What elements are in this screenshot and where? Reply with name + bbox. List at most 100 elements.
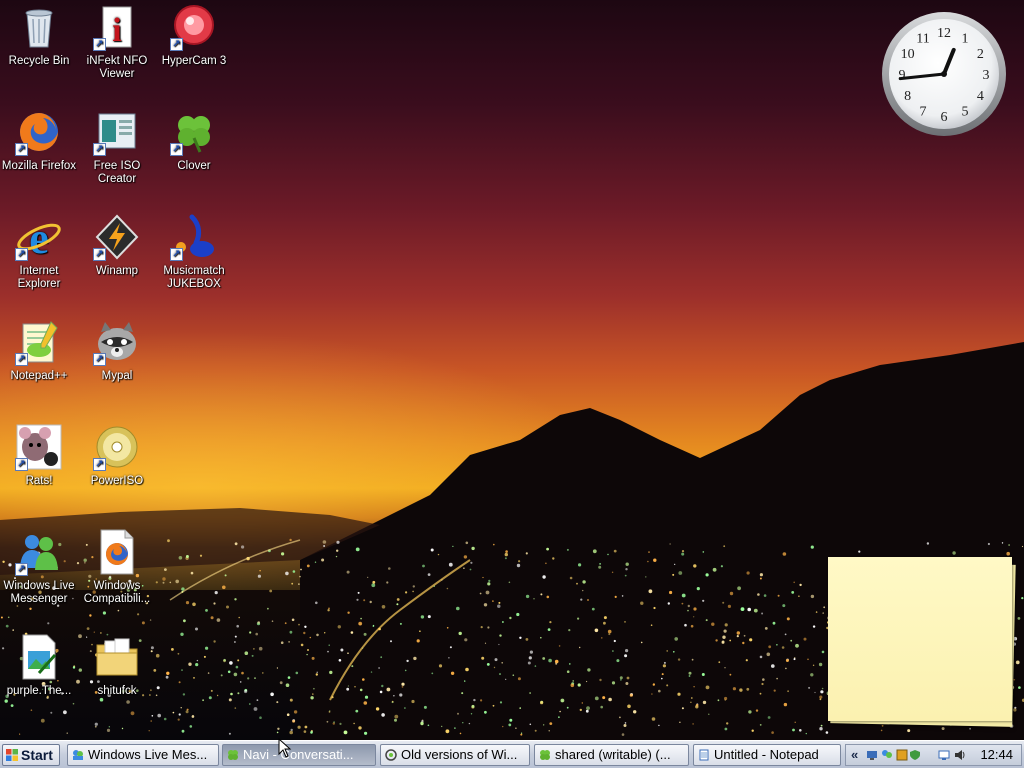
start-label: Start	[21, 747, 53, 763]
clock-numeral: 4	[977, 89, 984, 104]
shortcut-arrow-icon: ↗	[170, 143, 183, 156]
desktop-icon-nfo-viewer[interactable]: i ↗ iNFekt NFO Viewer	[78, 3, 156, 81]
desktop-icon-messenger[interactable]: ↗ Windows Live Messenger	[0, 528, 78, 606]
mypal-raccoon-icon: ↗	[93, 318, 141, 366]
clock-numeral: 12	[937, 26, 951, 41]
desktop-icon-label: PowerISO	[90, 475, 144, 487]
folder-icon	[93, 633, 141, 681]
desktop-icon-winamp[interactable]: ↗ Winamp	[78, 213, 156, 278]
shortcut-arrow-icon: ↗	[15, 458, 28, 471]
firefox-document-icon	[93, 528, 141, 576]
desktop-icon-label: Musicmatch JUKEBOX	[163, 265, 225, 290]
app-tray-icon[interactable]	[896, 749, 908, 761]
shortcut-arrow-icon: ↗	[93, 38, 106, 51]
clover-icon: ↗	[170, 108, 218, 156]
desktop-icon-image-file[interactable]: purple.The...	[0, 633, 78, 698]
taskbar-button[interactable]: Navi - Conversati...	[222, 744, 376, 766]
clock-numeral: 3	[983, 68, 990, 83]
sticky-note[interactable]	[828, 557, 1012, 721]
hypercam-icon: ↗	[170, 3, 218, 51]
desktop-icon-folder[interactable]: shitufck	[78, 633, 156, 698]
shortcut-arrow-icon: ↗	[170, 248, 183, 261]
poweriso-disc-icon: ↗	[93, 423, 141, 471]
rats-icon: ↗	[15, 423, 63, 471]
winamp-icon: ↗	[93, 213, 141, 261]
shortcut-arrow-icon: ↗	[15, 563, 28, 576]
taskbar-button-label: Windows Live Mes...	[88, 747, 208, 762]
clock-numeral: 8	[904, 89, 911, 104]
desktop-icon-rats[interactable]: ↗ Rats!	[0, 423, 78, 488]
shield-icon[interactable]	[909, 749, 921, 761]
desktop-icon-firefox[interactable]: ↗ Mozilla Firefox	[0, 108, 78, 173]
messenger-icon: ↗	[15, 528, 63, 576]
display-icon[interactable]	[938, 749, 950, 761]
shortcut-arrow-icon: ↗	[93, 143, 106, 156]
desktop-icon-label: HyperCam 3	[161, 55, 227, 67]
desktop-icon-label: shitufck	[97, 685, 137, 697]
desktop-icon-label: Notepad++	[10, 370, 68, 382]
messenger-tray-icon[interactable]	[881, 749, 893, 761]
taskbar-button[interactable]: Windows Live Mes...	[67, 744, 219, 766]
taskbar-button[interactable]: shared (writable) (...	[534, 744, 689, 766]
tray-clock[interactable]: 12:44	[980, 745, 1013, 765]
taskbar-button-label: Untitled - Notepad	[714, 747, 819, 762]
desktop-icon-hypercam[interactable]: ↗ HyperCam 3	[155, 3, 233, 68]
desktop-icon-label: Internet Explorer	[17, 265, 61, 290]
clock-center	[941, 71, 947, 77]
desktop-icon-label: Windows Compatibili...	[83, 580, 151, 605]
iso-creator-icon: ↗	[93, 108, 141, 156]
recycle-bin-icon	[15, 3, 63, 51]
taskbar-button-label: Old versions of Wi...	[401, 747, 518, 762]
desktop-icon-label: Winamp	[95, 265, 139, 277]
internet-explorer-icon: e ↗	[15, 213, 63, 261]
shortcut-arrow-icon: ↗	[93, 353, 106, 366]
desktop-icon-recycle-bin[interactable]: Recycle Bin	[0, 3, 78, 68]
notepad-plus-plus-icon: ↗	[15, 318, 63, 366]
system-tray: « 12:44	[845, 744, 1022, 766]
shortcut-arrow-icon: ↗	[93, 248, 106, 261]
desktop-icon-musicmatch[interactable]: ↗ Musicmatch JUKEBOX	[155, 213, 233, 291]
clover-icon	[228, 750, 238, 760]
desktop-icon-iso-creator[interactable]: ↗ Free ISO Creator	[78, 108, 156, 186]
mouse-cursor-icon	[278, 738, 292, 758]
start-button[interactable]: Start	[2, 744, 60, 766]
clock-numeral: 9	[899, 68, 906, 83]
desktop-icon-label: Clover	[177, 160, 211, 172]
clock-numeral: 6	[941, 110, 948, 125]
svg-text:i: i	[112, 12, 121, 49]
taskbar-button[interactable]: Untitled - Notepad	[693, 744, 841, 766]
firefox-icon: ↗	[15, 108, 63, 156]
shortcut-arrow-icon: ↗	[15, 353, 28, 366]
taskbar: Start Windows Live Mes... Navi - Conversa…	[0, 740, 1024, 768]
shortcut-arrow-icon: ↗	[93, 458, 106, 471]
image-file-icon	[15, 633, 63, 681]
desktop-icon-label: purple.The...	[6, 685, 72, 697]
windows-flag-icon	[6, 749, 18, 761]
desktop-icon-internet-explorer[interactable]: e ↗ Internet Explorer	[0, 213, 78, 291]
shortcut-arrow-icon: ↗	[170, 38, 183, 51]
messenger-icon	[73, 750, 83, 760]
svg-text:e: e	[29, 214, 49, 261]
volume-icon[interactable]	[954, 749, 966, 761]
desktop-icon-firefox-document[interactable]: Windows Compatibili...	[78, 528, 156, 606]
shortcut-arrow-icon: ↗	[15, 248, 28, 261]
desktop-icon-label: Mypal	[101, 370, 133, 382]
desktop-icon-label: iNFekt NFO Viewer	[86, 55, 148, 80]
taskbar-button[interactable]: Old versions of Wi...	[380, 744, 530, 766]
desktop-icon-label: Free ISO Creator	[93, 160, 141, 185]
clock-numeral: 7	[920, 104, 927, 119]
tray-expand-button[interactable]: «	[851, 745, 858, 765]
clock-gadget[interactable]: 12 12 3 45678 9 1011	[880, 10, 1008, 138]
clock-numeral: 1	[962, 32, 969, 47]
network-icon[interactable]	[866, 749, 878, 761]
desktop-icon-poweriso-disc[interactable]: ↗ PowerISO	[78, 423, 156, 488]
desktop-icon-notepad-plus-plus[interactable]: ↗ Notepad++	[0, 318, 78, 383]
desktop-icon-label: Windows Live Messenger	[3, 580, 75, 605]
desktop-icon-mypal-raccoon[interactable]: ↗ Mypal	[78, 318, 156, 383]
clock-numeral: 10	[901, 47, 915, 62]
desktop-icon-clover[interactable]: ↗ Clover	[155, 108, 233, 173]
clover-icon	[540, 750, 550, 760]
desktop-icon-label: Rats!	[25, 475, 53, 487]
taskbar-button-label: Navi - Conversati...	[243, 747, 354, 762]
desktop-icon-label: Recycle Bin	[8, 55, 70, 67]
